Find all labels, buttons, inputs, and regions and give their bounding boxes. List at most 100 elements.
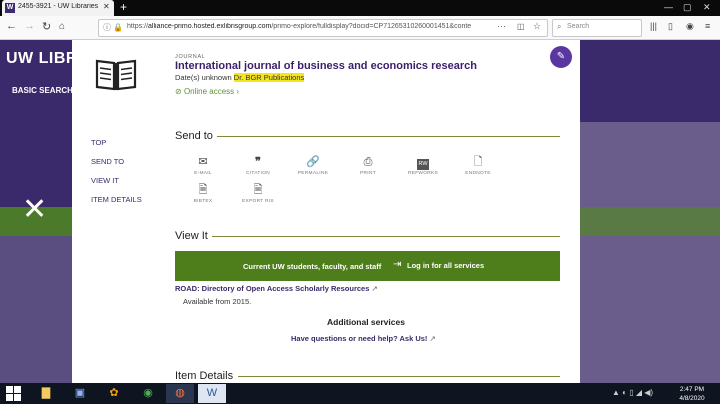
account-icon[interactable]: ◉: [686, 21, 694, 32]
link-icon: ⊘: [175, 87, 182, 96]
online-access-link[interactable]: ⊘ Online access ›: [175, 87, 239, 96]
page-actions-icon[interactable]: ···: [497, 21, 506, 31]
browser-nav-bar: ← → ↻ ⌂ ⓘ 🔒 https://alliance-primo.hoste…: [0, 16, 720, 40]
document-icon: 🗎: [253, 184, 263, 196]
resource-link-label: ROAD: Directory of Open Access Scholarly…: [175, 284, 370, 293]
refworks-action[interactable]: RW REFWORKS: [402, 155, 444, 176]
side-nav-send-to[interactable]: SEND TO: [91, 157, 124, 166]
background-page-left-lower: [0, 236, 72, 383]
browser-tab-bar: W 2455-3921 - UW Libraries Search ✕ + — …: [0, 0, 720, 16]
chrome-icon[interactable]: ◉: [134, 384, 162, 403]
resource-link[interactable]: ROAD: Directory of Open Access Scholarly…: [175, 284, 378, 293]
login-icon[interactable]: ⇥: [393, 259, 401, 270]
maximize-icon[interactable]: ▢: [683, 2, 692, 13]
login-banner: Current UW students, faculty, and staff …: [175, 251, 560, 281]
basic-search-link[interactable]: BASIC SEARCH: [12, 86, 73, 95]
full-display-panel: JOURNAL International journal of busines…: [72, 40, 580, 383]
section-divider: [238, 376, 560, 377]
record-publisher: Dr. BGR Publications: [233, 73, 305, 82]
refworks-icon: RW: [402, 155, 444, 170]
window-close-icon[interactable]: ✕: [703, 2, 711, 13]
side-nav-view-it[interactable]: VIEW IT: [91, 176, 119, 185]
export-ris-action[interactable]: 🗎 EXPORT RIS: [237, 183, 279, 204]
menu-icon[interactable]: ≡: [705, 21, 710, 31]
close-tab-icon[interactable]: ✕: [103, 2, 110, 11]
search-bar[interactable]: ⌕ Search: [552, 19, 642, 37]
link-icon: 🔗: [306, 156, 320, 168]
endnote-action[interactable]: 🗋 ENDNOTE: [457, 155, 499, 176]
citation-action[interactable]: ❞ CITATION: [237, 155, 279, 176]
action-label: REFWORKS: [407, 171, 439, 176]
clock-date: 4/8/2020: [679, 395, 705, 402]
back-icon[interactable]: ←: [6, 20, 17, 32]
tab-title: 2455-3921 - UW Libraries Search: [18, 3, 100, 10]
view-it-heading: View It: [175, 230, 208, 242]
file-explorer-icon[interactable]: ▇: [32, 384, 60, 403]
login-link[interactable]: Log in for all services: [407, 261, 484, 270]
record-date-publisher: Date(s) unknown Dr. BGR Publications: [175, 73, 305, 82]
section-divider: [212, 236, 560, 237]
action-label: BIBTEX: [193, 199, 213, 204]
section-divider: [217, 136, 560, 137]
library-icon[interactable]: |||: [650, 21, 657, 31]
pin-icon[interactable]: ✎: [550, 46, 572, 68]
site-title: UW LIBR: [6, 50, 78, 67]
taskbar: ▇ ▣ ✿ ◉ ◍ W ▲ ◐ ▯ ◢ ◀) 2:47 PM 4/8/2020: [0, 383, 720, 404]
additional-services-heading: Additional services: [327, 317, 405, 327]
document-icon: 🗎: [198, 184, 208, 196]
sidebar-icon[interactable]: ▯: [668, 21, 673, 32]
search-icon: ⌕: [557, 22, 562, 31]
send-to-heading: Send to: [175, 130, 213, 142]
lock-icon: ⓘ 🔒: [103, 23, 124, 32]
online-access-label: Online access: [183, 87, 235, 96]
app-icon[interactable]: ✿: [100, 384, 128, 403]
minimize-icon[interactable]: —: [664, 2, 673, 12]
search-placeholder: Search: [567, 23, 590, 30]
book-icon: [95, 59, 137, 91]
new-tab-icon[interactable]: +: [120, 1, 127, 13]
side-nav-item-details[interactable]: ITEM DETAILS: [91, 195, 142, 204]
pocket-icon[interactable]: ◫: [517, 22, 525, 31]
app-icon[interactable]: ▣: [66, 384, 94, 403]
record-date: Date(s) unknown: [175, 73, 232, 82]
url-bar[interactable]: ⓘ 🔒 https://alliance-primo.hosted.exlibr…: [98, 19, 548, 37]
item-details-heading: Item Details: [175, 370, 234, 382]
background-page-right-top: [580, 40, 720, 122]
print-action[interactable]: ⎙ PRINT: [347, 155, 389, 176]
system-tray[interactable]: ▲ ◐ ▯ ◢ ◀): [612, 388, 653, 397]
clock[interactable]: 2:47 PM 4/8/2020: [672, 385, 712, 403]
side-nav-top[interactable]: TOP: [91, 138, 106, 147]
browser-tab[interactable]: W 2455-3921 - UW Libraries Search ✕: [2, 0, 114, 16]
print-icon: ⎙: [363, 156, 373, 168]
url-text: https://alliance-primo.hosted.exlibrisgr…: [127, 23, 472, 30]
help-link-label: Have questions or need help? Ask Us!: [291, 334, 428, 343]
action-label: PERMALINK: [297, 171, 329, 176]
bookmark-star-icon[interactable]: ☆: [533, 21, 541, 32]
close-modal-icon[interactable]: ✕: [22, 195, 47, 225]
email-action[interactable]: ✉ E-MAIL: [182, 155, 224, 176]
word-icon[interactable]: W: [198, 384, 226, 403]
login-banner-text: Current UW students, faculty, and staff: [243, 262, 382, 271]
firefox-icon[interactable]: ◍: [166, 384, 194, 403]
home-icon[interactable]: ⌂: [59, 21, 65, 32]
action-label: CITATION: [245, 171, 271, 176]
forward-icon[interactable]: →: [24, 20, 35, 32]
record-title[interactable]: International journal of business and ec…: [175, 60, 477, 72]
background-green-band-right: [580, 207, 720, 236]
action-label: ENDNOTE: [465, 171, 491, 176]
chevron-right-icon: ›: [236, 87, 240, 96]
action-label: EXPORT RIS: [242, 199, 274, 204]
windows-start-icon[interactable]: [6, 386, 21, 401]
external-link-icon: ↗: [429, 334, 436, 343]
favicon-icon: W: [5, 3, 15, 13]
availability-text: Available from 2015.: [183, 297, 252, 306]
external-link-icon: ↗: [371, 284, 378, 293]
bibtex-action[interactable]: 🗎 BIBTEX: [182, 183, 224, 204]
clock-time: 2:47 PM: [679, 386, 705, 393]
permalink-action[interactable]: 🔗 PERMALINK: [292, 155, 334, 176]
document-icon: 🗋: [473, 156, 483, 168]
help-link[interactable]: Have questions or need help? Ask Us! ↗: [291, 334, 436, 343]
action-label: PRINT: [360, 171, 376, 176]
reload-icon[interactable]: ↻: [42, 20, 51, 33]
background-page-right: [580, 122, 720, 383]
